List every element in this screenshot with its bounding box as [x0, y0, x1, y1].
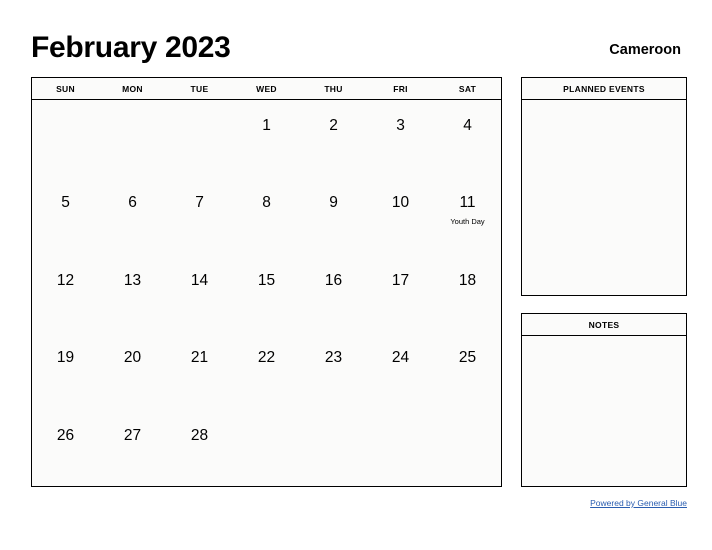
day-number: 6	[128, 194, 137, 212]
country-label: Cameroon	[609, 42, 681, 58]
day-number: 22	[257, 349, 276, 367]
day-cell[interactable]	[300, 410, 367, 487]
day-cell[interactable]: 19	[32, 332, 99, 409]
day-cell[interactable]: 16	[300, 255, 367, 332]
day-cell[interactable]: 15	[233, 255, 300, 332]
day-number: 26	[56, 426, 75, 444]
day-cell[interactable]: 13	[99, 255, 166, 332]
day-cell[interactable]: 4	[434, 100, 501, 177]
day-cell[interactable]	[434, 410, 501, 487]
day-number: 11	[459, 194, 476, 212]
page-title: February 2023	[31, 31, 231, 64]
day-cell[interactable]: 3	[367, 100, 434, 177]
day-of-week-header-row: SUN MON TUE WED THU FRI SAT	[32, 78, 501, 100]
day-number: 23	[324, 349, 343, 367]
day-cell[interactable]: 21	[166, 332, 233, 409]
day-of-week-fri: FRI	[393, 83, 408, 94]
day-number: 17	[391, 271, 410, 289]
day-number: 16	[324, 271, 343, 289]
day-number: 20	[123, 349, 142, 367]
notes-body[interactable]	[522, 336, 686, 486]
planned-events-body[interactable]	[522, 100, 686, 295]
day-cell[interactable]	[166, 100, 233, 177]
day-cell[interactable]	[32, 100, 99, 177]
day-number: 14	[190, 271, 209, 289]
day-of-week-thu: THU	[324, 83, 343, 94]
day-cell[interactable]: 12	[32, 255, 99, 332]
day-cell[interactable]: 27	[99, 410, 166, 487]
week-row: 5 6 7 8 9 10 11 Youth Day	[32, 177, 501, 254]
day-number: 19	[56, 349, 75, 367]
day-cell[interactable]: 7	[166, 177, 233, 254]
day-number: 1	[262, 117, 271, 134]
day-number: 12	[56, 271, 75, 289]
day-number: 2	[329, 117, 338, 134]
day-of-week-tue: TUE	[190, 83, 209, 94]
day-cell[interactable]: 6	[99, 177, 166, 254]
calendar-weeks: 1 2 3 4 5 6 7 8 9 10 11 Youth Day 12 13 1…	[32, 100, 501, 487]
day-cell[interactable]: 10	[367, 177, 434, 254]
day-cell[interactable]: 18	[434, 255, 501, 332]
week-row: 12 13 14 15 16 17 18	[32, 255, 501, 332]
week-row: 26 27 28	[32, 410, 501, 487]
day-cell[interactable]: 5	[32, 177, 99, 254]
page-header: February 2023 Cameroon	[31, 30, 681, 70]
day-cell[interactable]: 17	[367, 255, 434, 332]
day-cell[interactable]: 25	[434, 332, 501, 409]
day-of-week-sat: SAT	[458, 83, 477, 94]
notes-title: NOTES	[522, 314, 686, 336]
day-cell[interactable]	[233, 410, 300, 487]
planned-events-title: PLANNED EVENTS	[522, 78, 686, 100]
day-cell-holiday[interactable]: 11 Youth Day	[434, 177, 501, 254]
day-cell[interactable]	[99, 100, 166, 177]
calendar-grid: SUN MON TUE WED THU FRI SAT 1 2 3 4 5 6 …	[31, 77, 502, 487]
day-number: 28	[190, 426, 209, 444]
day-cell[interactable]: 20	[99, 332, 166, 409]
day-cell[interactable]: 8	[233, 177, 300, 254]
day-number: 10	[391, 194, 410, 212]
day-number: 4	[463, 117, 472, 134]
day-number: 8	[262, 194, 271, 212]
day-cell[interactable]: 26	[32, 410, 99, 487]
day-event: Youth Day	[450, 217, 485, 227]
day-of-week-sun: SUN	[56, 83, 75, 94]
day-cell[interactable]: 24	[367, 332, 434, 409]
planned-events-panel: PLANNED EVENTS	[521, 77, 687, 296]
day-number: 5	[61, 194, 70, 212]
day-of-week-wed: WED	[256, 83, 277, 94]
powered-by-link[interactable]: Powered by General Blue	[521, 497, 687, 509]
day-number: 7	[195, 194, 204, 212]
day-cell[interactable]: 9	[300, 177, 367, 254]
day-of-week-mon: MON	[122, 83, 143, 94]
day-cell[interactable]: 22	[233, 332, 300, 409]
day-number: 24	[391, 349, 410, 367]
day-number: 27	[123, 426, 142, 444]
day-number: 25	[458, 349, 477, 367]
day-cell[interactable]: 23	[300, 332, 367, 409]
day-cell[interactable]	[367, 410, 434, 487]
day-number: 9	[329, 194, 338, 212]
day-cell[interactable]: 28	[166, 410, 233, 487]
day-number: 13	[123, 271, 142, 289]
notes-panel: NOTES	[521, 313, 687, 487]
day-cell[interactable]: 14	[166, 255, 233, 332]
week-row: 1 2 3 4	[32, 100, 501, 177]
day-number: 18	[458, 271, 477, 289]
day-cell[interactable]: 1	[233, 100, 300, 177]
day-number: 3	[396, 117, 405, 134]
day-number: 21	[190, 349, 209, 367]
week-row: 19 20 21 22 23 24 25	[32, 332, 501, 409]
day-number: 15	[257, 271, 276, 289]
calendar-page: February 2023 Cameroon SUN MON TUE WED T…	[0, 0, 712, 550]
day-cell[interactable]: 2	[300, 100, 367, 177]
